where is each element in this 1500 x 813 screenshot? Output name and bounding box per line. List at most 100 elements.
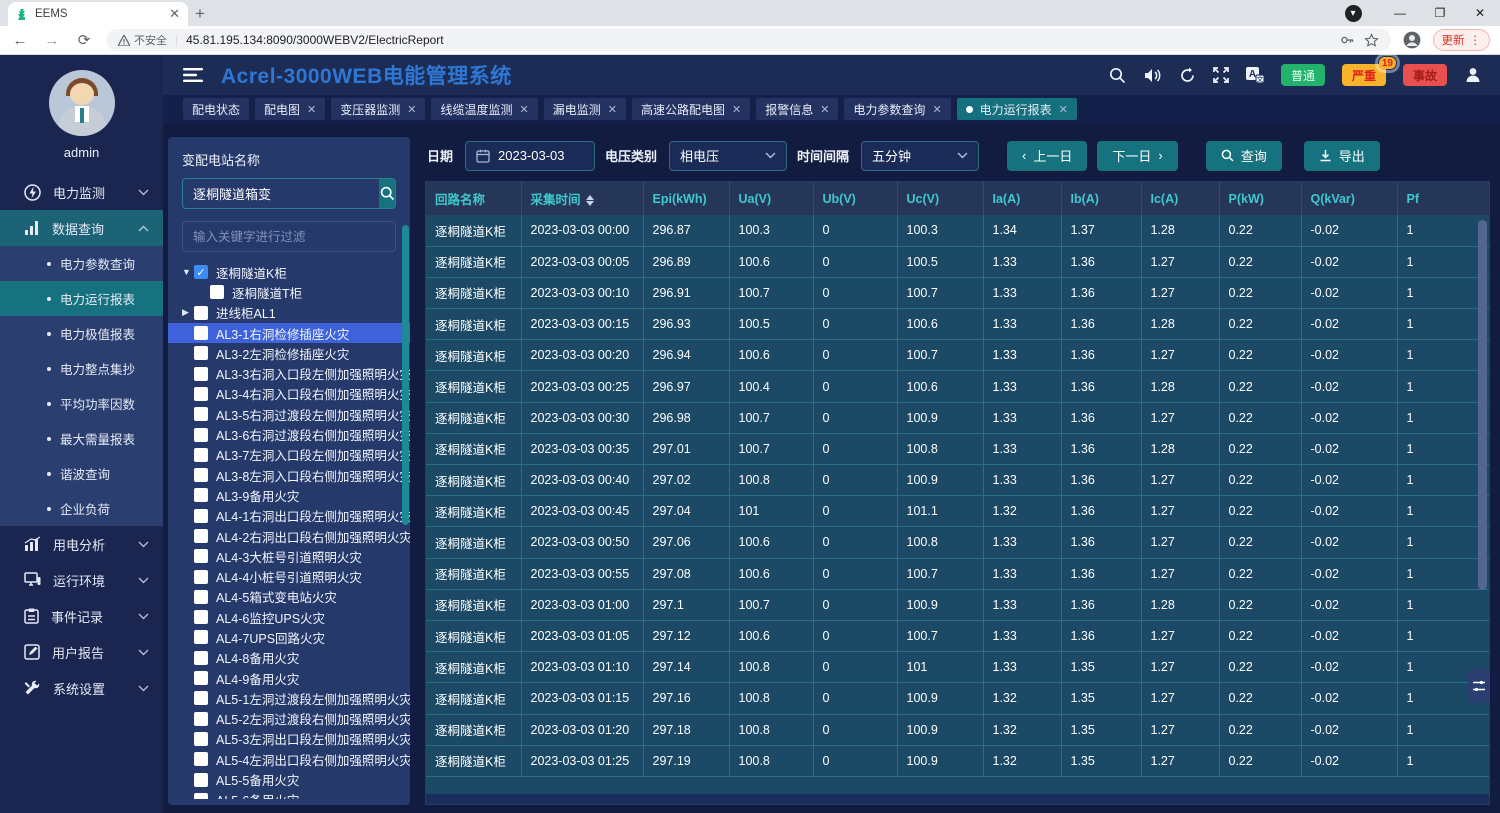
search-icon[interactable] xyxy=(1109,67,1126,84)
table-row[interactable]: 逐桐隧道K柜2023-03-03 00:35297.01100.70100.81… xyxy=(426,433,1489,464)
table-row[interactable]: 逐桐隧道K柜2023-03-03 00:20296.94100.60100.71… xyxy=(426,340,1489,371)
tab-close-icon[interactable]: ✕ xyxy=(169,6,180,22)
column-header-Uc(V)[interactable]: Uc(V) xyxy=(897,182,983,215)
tab-close-icon[interactable]: ✕ xyxy=(520,103,529,116)
address-bar[interactable]: 不安全 | 45.81.195.134:8090/3000WEBV2/Elect… xyxy=(106,29,1391,51)
submenu-item-谐波查询[interactable]: 谐波查询 xyxy=(0,456,163,491)
table-row[interactable]: 逐桐隧道K柜2023-03-03 00:55297.08100.60100.71… xyxy=(426,558,1489,589)
tree-checkbox[interactable] xyxy=(194,346,208,360)
tree-checkbox[interactable] xyxy=(194,773,208,787)
column-settings-handle[interactable] xyxy=(1468,669,1490,703)
tree-item[interactable]: ▼✓逐桐隧道K柜 xyxy=(168,262,410,282)
table-row[interactable]: 逐桐隧道K柜2023-03-03 00:10296.91100.70100.71… xyxy=(426,277,1489,308)
sidebar-item-事件记录[interactable]: 事件记录 xyxy=(0,598,163,634)
tree-checkbox[interactable] xyxy=(194,367,208,381)
tree-item[interactable]: 逐桐隧道T柜 xyxy=(168,282,410,302)
tab-close-icon[interactable]: ✕ xyxy=(307,103,316,116)
password-key-icon[interactable] xyxy=(1340,33,1354,47)
submenu-item-电力运行报表[interactable]: 电力运行报表 xyxy=(0,281,163,316)
tree-item[interactable]: AL4-9备用火灾 xyxy=(168,668,410,688)
back-icon[interactable]: ← xyxy=(10,32,30,49)
alarm-normal-button[interactable]: 普通 xyxy=(1281,64,1325,86)
new-tab-button[interactable]: + xyxy=(188,2,212,26)
table-row[interactable]: 逐桐隧道K柜2023-03-03 00:05296.89100.60100.51… xyxy=(426,246,1489,277)
window-close-button[interactable]: ✕ xyxy=(1460,0,1500,26)
table-row[interactable]: 逐桐隧道K柜2023-03-03 01:05297.12100.60100.71… xyxy=(426,620,1489,651)
sidebar-item-运行环境[interactable]: 运行环境 xyxy=(0,562,163,598)
window-restore-button[interactable]: ❐ xyxy=(1420,0,1460,26)
column-header-Pf[interactable]: Pf xyxy=(1397,182,1489,215)
tree-checkbox[interactable] xyxy=(194,793,208,799)
alarm-severe-button[interactable]: 严重 19 xyxy=(1342,64,1386,86)
browser-avatar-icon[interactable] xyxy=(1403,31,1421,49)
column-header-Q(kVar)[interactable]: Q(kVar) xyxy=(1301,182,1397,215)
tree-item[interactable]: AL4-5箱式变电站火灾 xyxy=(168,587,410,607)
workspace-tab-配电图[interactable]: 配电图✕ xyxy=(255,98,325,120)
sidebar-item-用电分析[interactable]: 用电分析 xyxy=(0,526,163,562)
workspace-tab-报警信息[interactable]: 报警信息✕ xyxy=(756,98,838,120)
table-row[interactable]: 逐桐隧道K柜2023-03-03 00:50297.06100.60100.81… xyxy=(426,527,1489,558)
column-header-Ib(A)[interactable]: Ib(A) xyxy=(1061,182,1141,215)
workspace-tab-线缆温度监测[interactable]: 线缆温度监测✕ xyxy=(431,98,537,120)
tree-checkbox[interactable] xyxy=(194,732,208,746)
next-day-button[interactable]: 下一日 › xyxy=(1097,141,1177,171)
tree-checkbox[interactable] xyxy=(194,549,208,563)
tree-item[interactable]: AL5-5备用火灾 xyxy=(168,769,410,789)
tree-filter-input[interactable] xyxy=(182,221,396,252)
tree-checkbox[interactable] xyxy=(194,691,208,705)
tree-checkbox[interactable] xyxy=(194,448,208,462)
submenu-item-平均功率因数[interactable]: 平均功率因数 xyxy=(0,386,163,421)
station-search-button[interactable] xyxy=(379,179,395,208)
table-row[interactable]: 逐桐隧道K柜2023-03-03 01:10297.14100.801011.3… xyxy=(426,652,1489,683)
tree-item[interactable]: AL3-6右洞过渡段右侧加强照明火灾 xyxy=(168,424,410,444)
tree-item[interactable]: AL4-6监控UPS火灾 xyxy=(168,607,410,627)
workspace-tab-高速公路配电图[interactable]: 高速公路配电图✕ xyxy=(632,98,750,120)
alarm-accident-button[interactable]: 事故 xyxy=(1403,64,1447,86)
table-row[interactable]: 逐桐隧道K柜2023-03-03 01:25297.19100.80100.91… xyxy=(426,745,1489,776)
sidebar-item-系统设置[interactable]: 系统设置 xyxy=(0,670,163,706)
translate-icon[interactable]: A文 xyxy=(1246,67,1264,83)
forward-icon[interactable]: → xyxy=(42,32,62,49)
tree-item[interactable]: AL4-4小桩号引道照明火灾 xyxy=(168,566,410,586)
workspace-tab-电力运行报表[interactable]: 电力运行报表✕ xyxy=(957,98,1077,120)
refresh-icon[interactable] xyxy=(1179,67,1196,84)
fullscreen-icon[interactable] xyxy=(1213,67,1229,83)
caret-down-icon[interactable]: ▼ xyxy=(182,267,194,277)
table-row[interactable]: 逐桐隧道K柜2023-03-03 00:00296.87100.30100.31… xyxy=(426,215,1489,246)
tree-checkbox[interactable] xyxy=(194,488,208,502)
table-row[interactable]: 逐桐隧道K柜2023-03-03 01:00297.1100.70100.91.… xyxy=(426,589,1489,620)
tab-close-icon[interactable]: ✕ xyxy=(932,103,941,116)
tree-checkbox[interactable] xyxy=(194,407,208,421)
reload-icon[interactable]: ⟳ xyxy=(74,31,94,49)
tree-item[interactable]: AL3-1右洞检修插座火灾 xyxy=(168,323,410,343)
workspace-tab-漏电监测[interactable]: 漏电监测✕ xyxy=(544,98,626,120)
sidebar-item-数据查询[interactable]: 数据查询 xyxy=(0,210,163,246)
tree-item[interactable]: AL4-2右洞出口段右侧加强照明火灾 xyxy=(168,526,410,546)
column-header-P(kW)[interactable]: P(kW) xyxy=(1219,182,1301,215)
query-button[interactable]: 查询 xyxy=(1206,141,1282,171)
user-icon[interactable] xyxy=(1464,66,1482,84)
tree-checkbox[interactable] xyxy=(194,326,208,340)
tree-item[interactable]: AL3-3右洞入口段左侧加强照明火灾 xyxy=(168,363,410,383)
tree-scrollbar[interactable] xyxy=(402,225,409,525)
tree-item[interactable]: AL5-1左洞过渡段左侧加强照明火灾 xyxy=(168,688,410,708)
tree-item[interactable]: ▶进线柜AL1 xyxy=(168,303,410,323)
voltage-select[interactable]: 相电压 xyxy=(669,141,787,171)
sidebar-item-用户报告[interactable]: 用户报告 xyxy=(0,634,163,670)
tree-checkbox[interactable] xyxy=(194,529,208,543)
column-header-Ia(A)[interactable]: Ia(A) xyxy=(983,182,1061,215)
workspace-tab-电力参数查询[interactable]: 电力参数查询✕ xyxy=(844,98,950,120)
column-header-Ua(V)[interactable]: Ua(V) xyxy=(729,182,813,215)
tree-item[interactable]: AL5-6备用火灾 xyxy=(168,790,410,799)
table-row[interactable]: 逐桐隧道K柜2023-03-03 01:15297.16100.80100.91… xyxy=(426,683,1489,714)
tree-checkbox[interactable] xyxy=(194,387,208,401)
tree-item[interactable]: AL5-4左洞出口段右侧加强照明火灾 xyxy=(168,749,410,769)
station-search-input[interactable] xyxy=(183,179,379,208)
tab-close-icon[interactable]: ✕ xyxy=(608,103,617,116)
tree-checkbox[interactable] xyxy=(194,306,208,320)
tab-close-icon[interactable]: ✕ xyxy=(1059,103,1068,116)
window-minimize-button[interactable]: — xyxy=(1380,0,1420,26)
bookmark-star-icon[interactable] xyxy=(1364,33,1379,48)
sort-arrows-icon[interactable] xyxy=(586,195,594,206)
date-input[interactable]: 2023-03-03 xyxy=(465,141,595,171)
